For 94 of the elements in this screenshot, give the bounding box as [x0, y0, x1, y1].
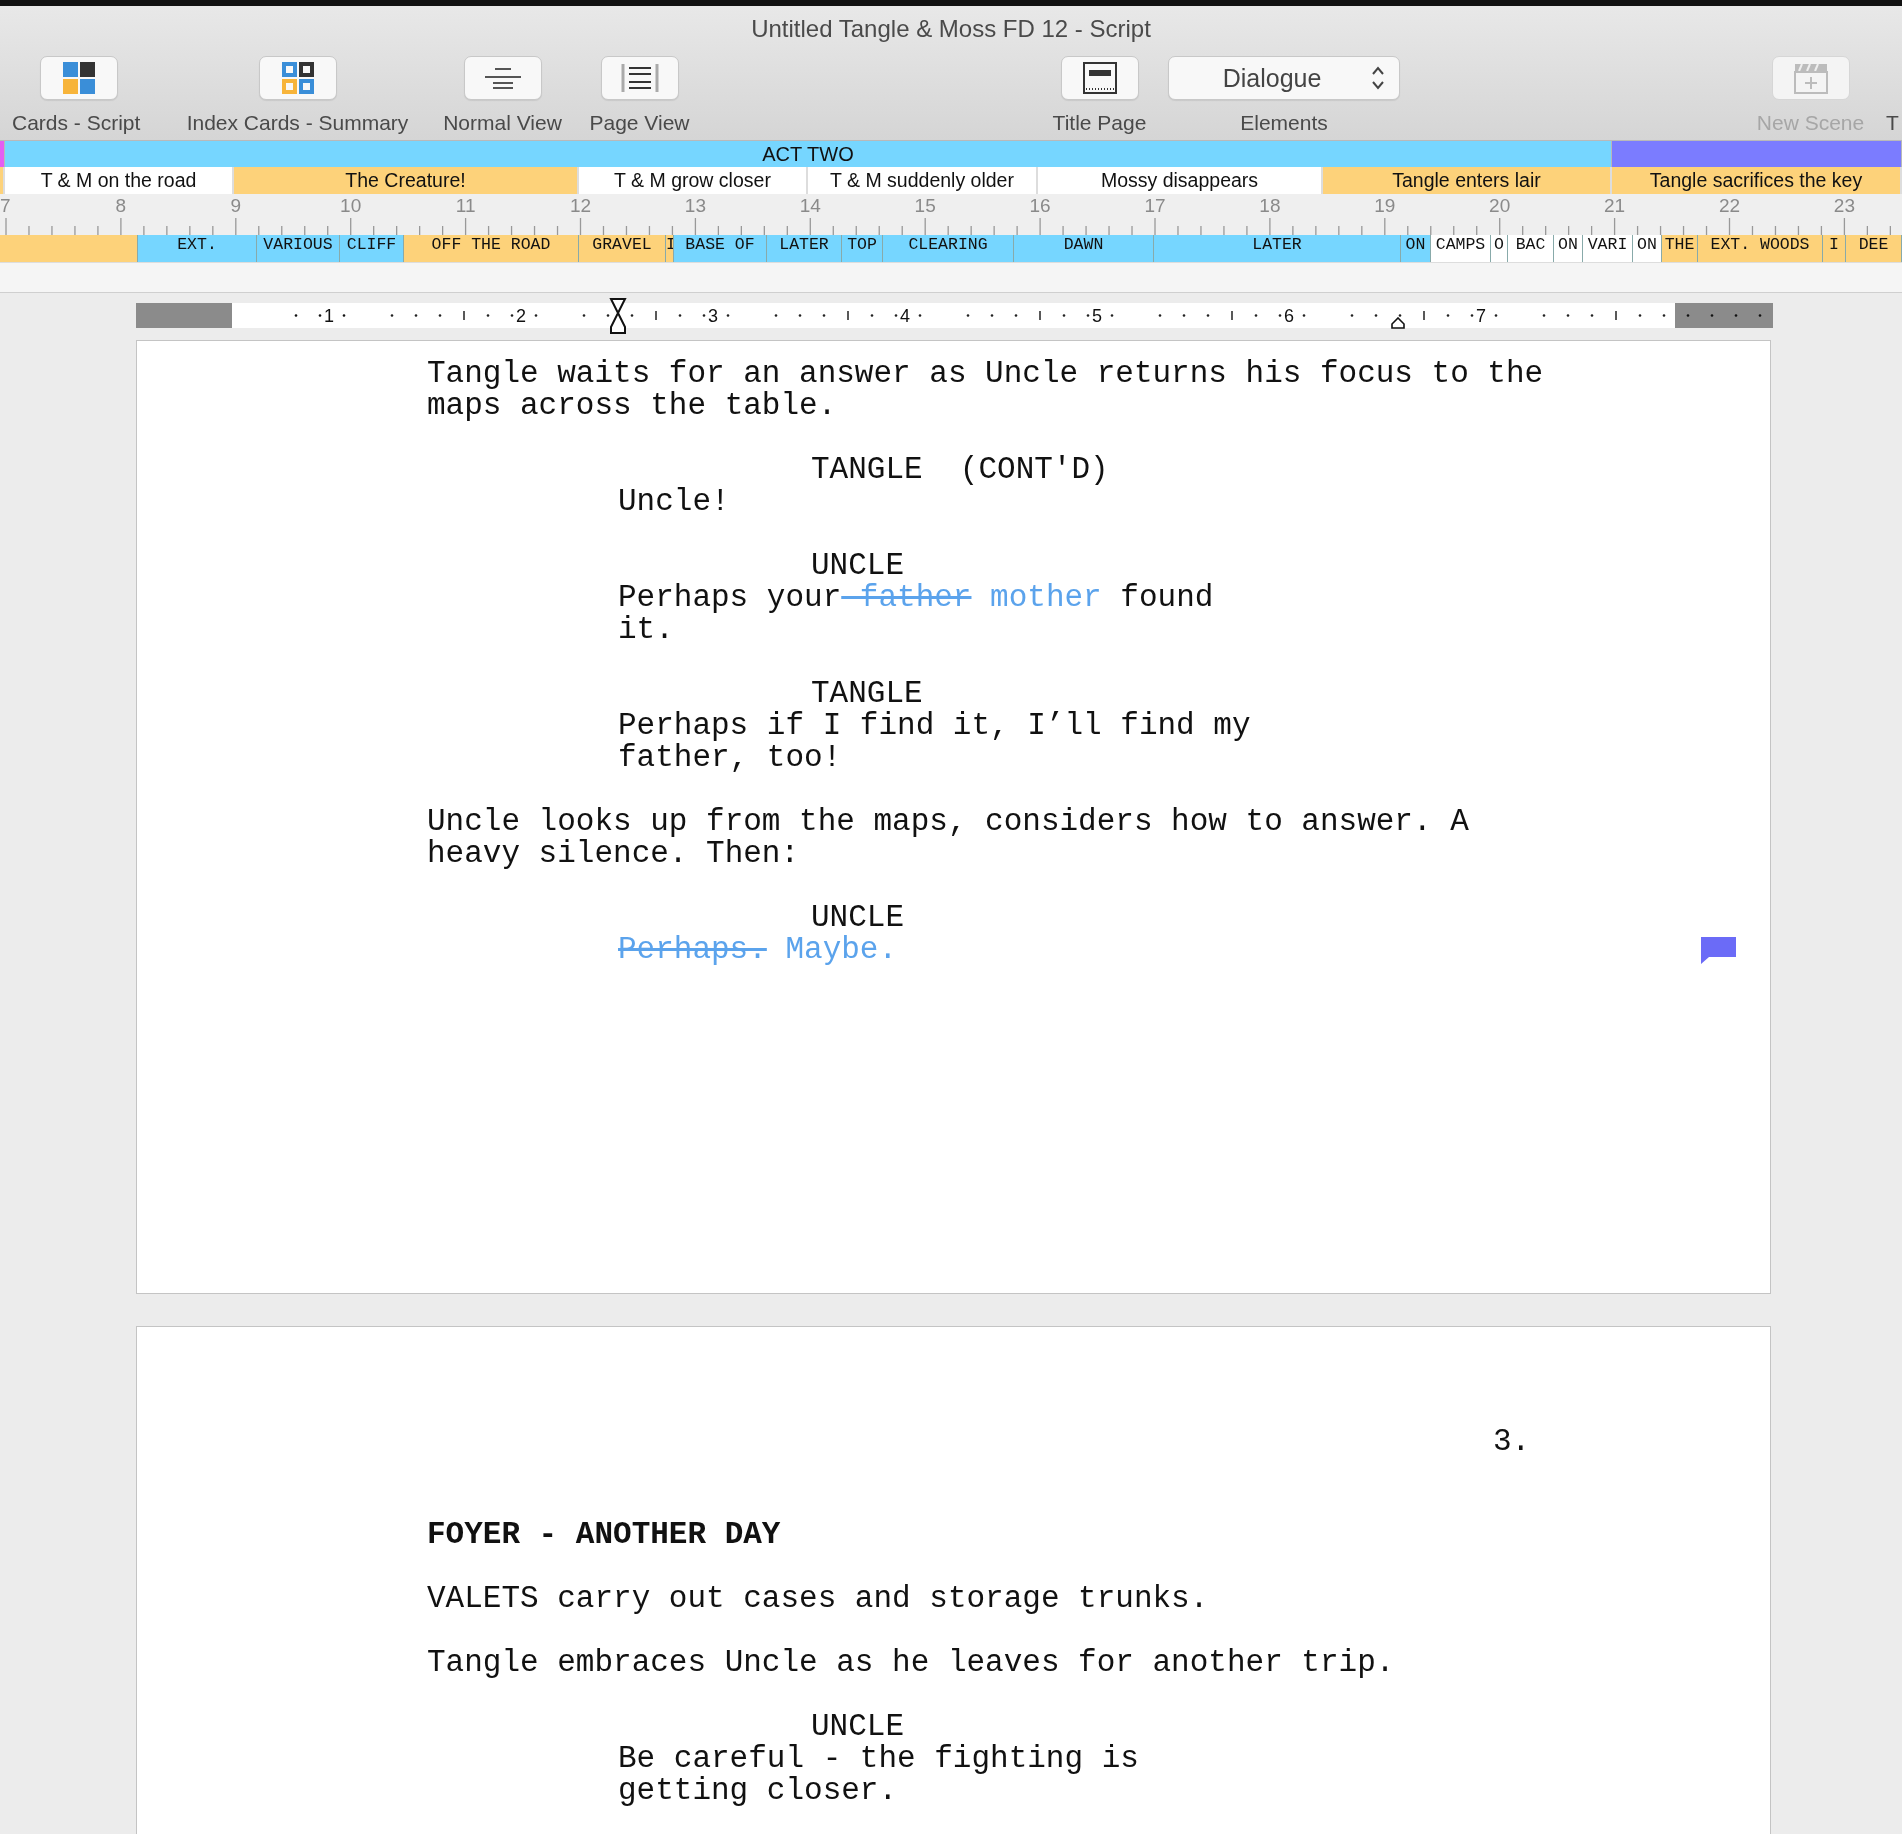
dialogue-text: Perhaps. Maybe. [618, 934, 1270, 966]
scene-bar[interactable]: ON [1633, 235, 1662, 262]
scene-bar[interactable]: VARI [1583, 235, 1633, 262]
scene-bar[interactable]: EXT. [138, 235, 257, 262]
toolbar-label: Title Page [1052, 111, 1147, 135]
ruler-number: 7 [1476, 305, 1486, 328]
ruler-number: 16 [1029, 195, 1051, 217]
character-name: TANGLE [811, 678, 924, 710]
scene-bar[interactable]: CAMPS [1431, 235, 1491, 262]
toolbar-label: Cards - Script [12, 111, 141, 135]
scene-bar[interactable]: BAC [1508, 235, 1554, 262]
sequence-bar[interactable]: T & M grow closer [579, 167, 808, 194]
ruler-number: 17 [1144, 195, 1166, 217]
ruler-number: 18 [1259, 195, 1281, 217]
scene-bar[interactable]: CLIFF [340, 235, 404, 262]
sequence-bar[interactable]: The Creature! [234, 167, 579, 194]
character-name: UNCLE [811, 1711, 905, 1743]
ruler-number: 13 [684, 195, 706, 217]
toolbar-button[interactable] [1060, 56, 1139, 100]
ruler-number: 19 [1374, 195, 1396, 217]
cards-icon [281, 62, 314, 94]
ruler-number: 11 [455, 195, 476, 217]
toolbar-button[interactable] [600, 56, 679, 100]
scene-bar[interactable]: I [1823, 235, 1846, 262]
ruler-number: 12 [569, 195, 592, 217]
centered-lines-icon [484, 66, 521, 90]
character-name: UNCLE [811, 550, 905, 582]
ruler-number: 3 [708, 305, 718, 328]
sequence-bar[interactable]: Mossy disappears [1038, 167, 1323, 194]
action-text: Tangle waits for an answer as Uncle returns his focus to the maps across the table. [427, 358, 1545, 422]
act-bar[interactable]: ACT TWO [5, 141, 1612, 167]
action-text: VALETS carry out cases and storage trunks. [427, 1583, 1210, 1615]
scene-bar[interactable]: THE [1662, 235, 1698, 262]
scene-bar[interactable]: LATER [767, 235, 842, 262]
page-number: 3. [1493, 1426, 1532, 1458]
ruler-number: 9 [230, 195, 242, 217]
scene-bar[interactable]: EXT. WOODS [1698, 235, 1823, 262]
ruler-number: 14 [799, 195, 821, 217]
ruler-number: 2 [516, 305, 526, 328]
ruler-number: 5 [1092, 305, 1102, 328]
cards-icon [63, 62, 95, 94]
scene-bar[interactable]: TOP [842, 235, 883, 262]
character-name: UNCLE [811, 902, 905, 934]
dialogue-text: Perhaps if I find it, I’ll find my father, too! [618, 710, 1252, 774]
scene-bar[interactable]: GRAVEL [579, 235, 666, 262]
indent-marker-icon [609, 298, 627, 334]
dialogue-text: Be careful - the fighting is getting closer. [618, 1743, 1140, 1807]
ruler-number: 4 [900, 305, 910, 328]
sequence-bar[interactable]: Tangle enters lair [1323, 167, 1612, 194]
sequence-bar[interactable]: Tangle sacrifices the key [1612, 167, 1902, 194]
ruler-number: 8 [115, 195, 127, 217]
ruler-number: 22 [1718, 195, 1741, 217]
scene-bar[interactable]: ON [1401, 235, 1431, 262]
action-text: Tangle embraces Uncle as he leaves for another trip. [427, 1647, 1396, 1679]
toolbar-label: Page View [589, 111, 690, 135]
action-text: Uncle looks up from the maps, considers how to answer. A heavy silence. Then: [427, 806, 1470, 870]
toolbar-label: Normal View [443, 111, 562, 135]
ruler-number: 23 [1833, 195, 1855, 217]
dialogue-text: Uncle! [618, 486, 731, 518]
ruler-number: 15 [914, 195, 936, 217]
scene-bar[interactable]: LATER [1154, 235, 1401, 262]
tab-marker-icon [1391, 317, 1405, 329]
clapperboard-icon [1792, 62, 1829, 94]
element-dropdown[interactable]: Dialogue [1168, 56, 1400, 100]
toolbar-button[interactable] [258, 56, 337, 100]
ruler-number: 20 [1489, 195, 1511, 217]
title-page-icon [1082, 62, 1117, 94]
toolbar-label: Index Cards - Summary [186, 111, 409, 135]
updown-chevron-icon [1371, 65, 1386, 91]
dialogue-text: Perhaps your father mother found it. [618, 582, 1215, 646]
scene-bar[interactable]: ON [1554, 235, 1583, 262]
scene-bar[interactable]: OFF THE ROAD [404, 235, 579, 262]
ruler-number: 7 [0, 195, 11, 217]
toolbar-label: T [1886, 111, 1899, 135]
window-title: Untitled Tangle & Moss FD 12 - Script [750, 14, 1152, 44]
sequence-bar[interactable]: T & M on the road [5, 167, 234, 194]
comment-icon[interactable] [1701, 937, 1736, 964]
scene-bar[interactable]: CLEARING [883, 235, 1014, 262]
ruler-number: 1 [324, 305, 334, 328]
toolbar-label: Elements [1240, 111, 1328, 135]
scene-bar[interactable]: O [1491, 235, 1508, 262]
scene-bar[interactable]: DAWN [1014, 235, 1154, 262]
toolbar-button[interactable] [463, 56, 542, 100]
sequence-bar[interactable]: T & M suddenly older [808, 167, 1038, 194]
ruler-number: 10 [340, 195, 362, 217]
scene-bar[interactable]: VARIOUS [257, 235, 340, 262]
ruler-number: 6 [1284, 305, 1294, 328]
toolbar-button[interactable] [40, 56, 118, 100]
scene-bar[interactable]: DEE [1846, 235, 1902, 262]
page-lines-icon [620, 64, 659, 92]
ruler-number: 21 [1604, 195, 1626, 217]
scene-heading: FOYER - ANOTHER DAY [427, 1519, 782, 1551]
scene-bar[interactable]: BASE OF [674, 235, 767, 262]
character-name: TANGLE (CONT'D) [811, 454, 1110, 486]
